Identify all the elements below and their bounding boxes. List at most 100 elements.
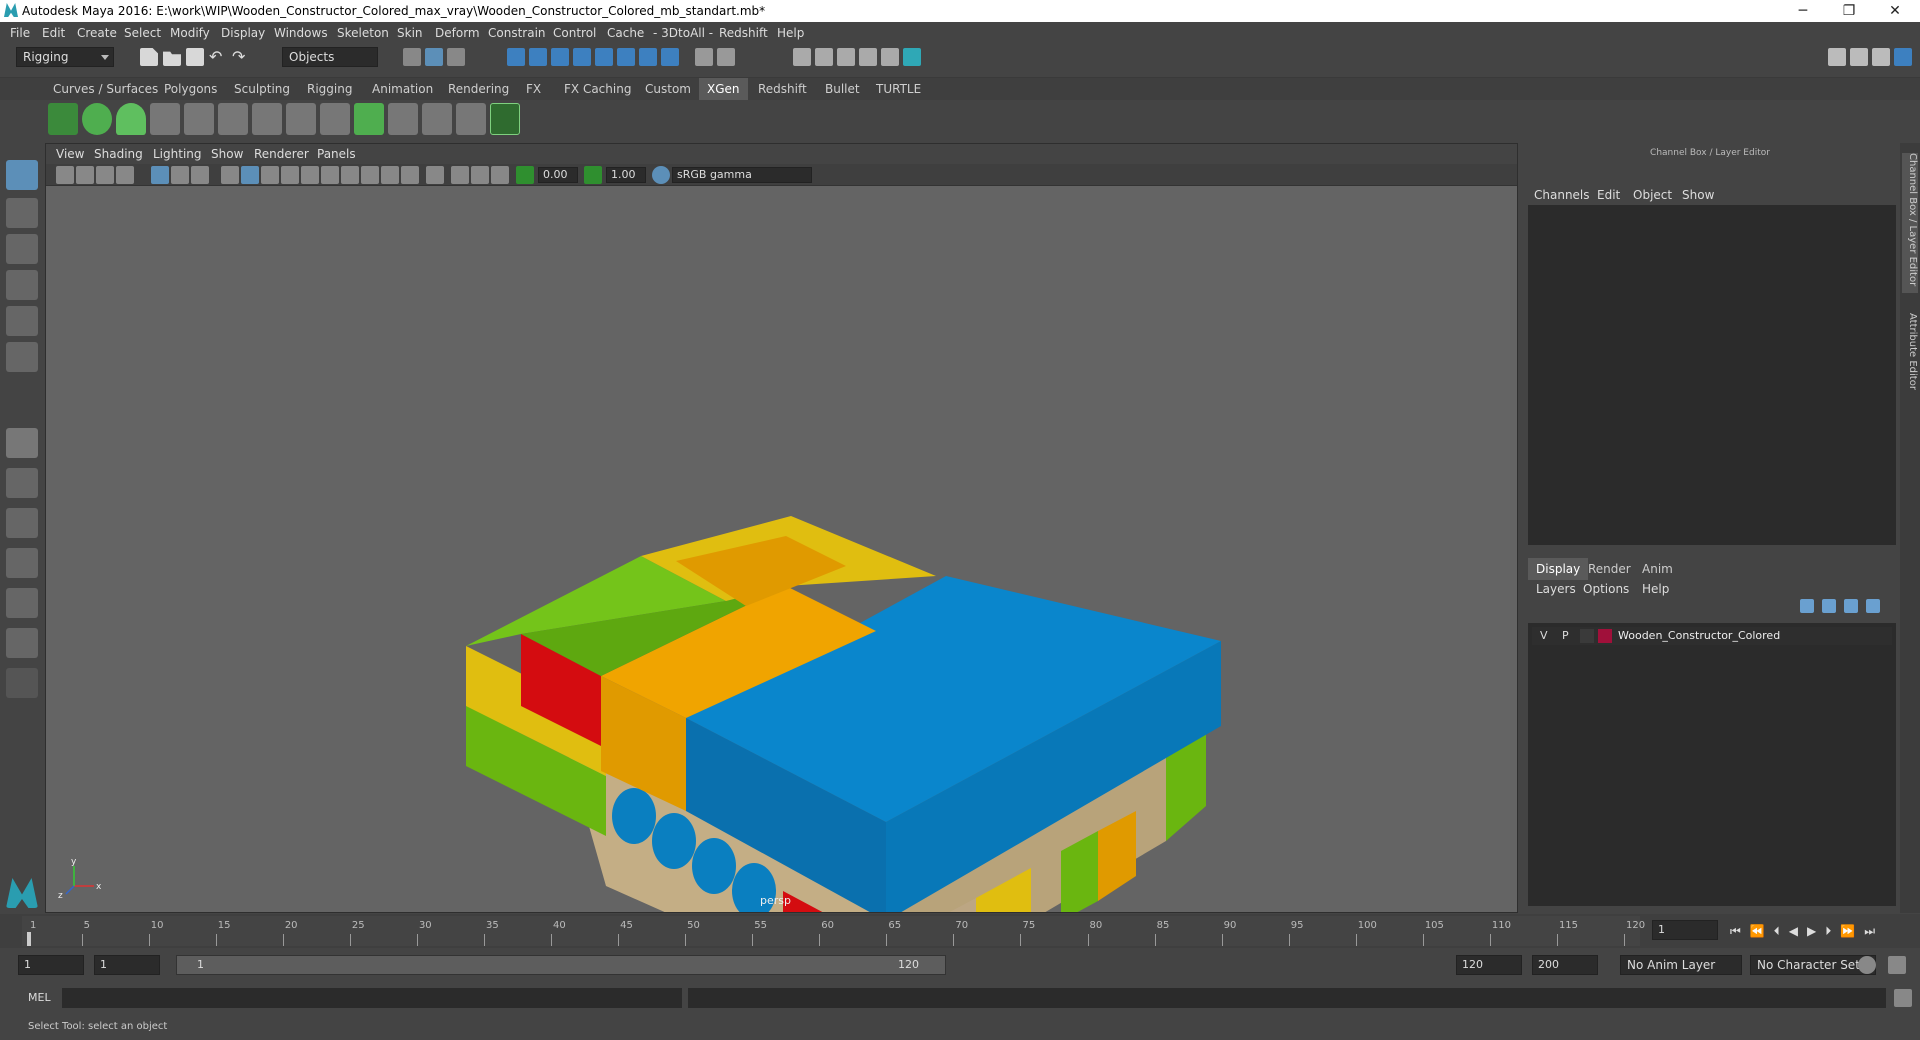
shelf-tab-fx-caching[interactable]: FX Caching — [556, 78, 639, 100]
time-slider-track[interactable]: 1 5 10 15 20 25 30 35 40 45 50 55 60 65 70 75 80 85 90 95 10… — [22, 916, 1645, 946]
xgen-export-icon[interactable] — [490, 103, 520, 135]
open-scene-icon[interactable] — [163, 51, 181, 66]
menu-select[interactable]: Select — [124, 26, 161, 40]
menu-display[interactable]: Display — [221, 26, 265, 40]
camera-attributes-icon[interactable] — [76, 166, 94, 184]
play-forward-icon[interactable]: ▶ — [1807, 924, 1825, 938]
film-gate-icon[interactable] — [171, 166, 189, 184]
four-view-layout-icon[interactable] — [6, 468, 38, 498]
select-object-icon[interactable] — [425, 48, 443, 66]
shelf-tab-curves-surfaces[interactable]: Curves / Surfaces — [45, 78, 166, 100]
menu-help[interactable]: Help — [777, 26, 804, 40]
new-layer-selected-icon[interactable] — [1866, 599, 1880, 613]
channel-show-menu[interactable]: Show — [1682, 188, 1714, 202]
exposure-field[interactable]: 0.00 — [538, 167, 578, 183]
persp-outliner-layout-icon[interactable] — [6, 508, 38, 538]
move-layer-up-icon[interactable] — [1800, 599, 1814, 613]
layer-options-menu[interactable]: Options — [1583, 582, 1629, 596]
xgen-lock-guide-icon[interactable] — [286, 103, 316, 135]
xgen-layer-icon[interactable] — [354, 103, 384, 135]
animation-end-field[interactable]: 120 — [1456, 955, 1522, 975]
wooden-constructor-model[interactable] — [466, 516, 1221, 913]
shelf-tab-turtle[interactable]: TURTLE — [868, 78, 929, 100]
play-back-icon[interactable]: ◀ — [1789, 924, 1807, 938]
xgen-cut-icon[interactable] — [456, 103, 486, 135]
layers-menu[interactable]: Layers — [1536, 582, 1576, 596]
viewport-menu-view[interactable]: View — [56, 147, 84, 161]
single-perspective-layout-icon[interactable] — [6, 428, 38, 458]
command-language-label[interactable]: MEL — [28, 991, 51, 1004]
select-lock-icon[interactable] — [717, 48, 735, 66]
step-back-key-icon[interactable]: ⏪ — [1750, 924, 1774, 938]
anim-layer-dropdown[interactable]: No Anim Layer — [1620, 955, 1742, 975]
custom-layout-icon[interactable] — [6, 668, 38, 698]
move-layer-down-icon[interactable] — [1822, 599, 1836, 613]
hypershade-icon[interactable] — [881, 48, 899, 66]
playback-controls[interactable]: ⏮⏪⏴◀▶⏵⏩⏭ — [1730, 924, 1884, 939]
xgen-sculpt-guide-icon[interactable] — [252, 103, 282, 135]
menu-file[interactable]: File — [10, 26, 30, 40]
shelf-tab-bullet[interactable]: Bullet — [817, 78, 868, 100]
shelf-tab-xgen[interactable]: XGen — [699, 78, 748, 100]
channels-menu[interactable]: Channels — [1534, 188, 1590, 202]
menu-skeleton[interactable]: Skeleton — [337, 26, 389, 40]
xgen-editor-icon[interactable] — [48, 103, 78, 135]
start-time-field[interactable]: 1 — [18, 955, 84, 975]
layer-tab-anim[interactable]: Anim — [1634, 558, 1681, 580]
script-editor-icon[interactable] — [1894, 989, 1912, 1007]
go-to-start-icon[interactable]: ⏮ — [1730, 924, 1750, 938]
xgen-primitive-icon[interactable] — [150, 103, 180, 135]
viewport-menu-renderer[interactable]: Renderer — [254, 147, 309, 161]
gamma-icon[interactable] — [584, 166, 602, 184]
ipr-render-icon[interactable] — [837, 48, 855, 66]
menu-edit[interactable]: Edit — [42, 26, 65, 40]
hypershade-layout-icon[interactable] — [6, 588, 38, 618]
rotate-tool-icon[interactable] — [6, 306, 38, 336]
modeling-toolkit-icon[interactable] — [1828, 48, 1846, 66]
backface-culling-icon[interactable] — [491, 166, 509, 184]
snap-view-plane-icon[interactable] — [573, 48, 591, 66]
anti-aliasing-icon[interactable] — [381, 166, 399, 184]
smooth-shade-icon[interactable] — [241, 166, 259, 184]
ambient-occlusion-icon[interactable] — [341, 166, 359, 184]
outliner-layout-icon[interactable] — [6, 628, 38, 658]
shelf-tab-custom[interactable]: Custom — [637, 78, 699, 100]
range-slider-bar[interactable]: 1 120 — [176, 955, 946, 975]
lasso-tool-icon[interactable] — [6, 198, 38, 228]
menu-constrain[interactable]: Constrain — [488, 26, 546, 40]
viewport-persp[interactable]: View Shading Lighting Show Renderer Pane… — [45, 143, 1518, 913]
make-live-icon[interactable] — [595, 48, 613, 66]
redshift-render-icon[interactable] — [903, 48, 921, 66]
side-tab-channel-box[interactable]: Channel Box / Layer Editor — [1902, 153, 1918, 293]
new-scene-icon[interactable] — [140, 48, 158, 66]
xgen-convert-icon[interactable] — [320, 103, 350, 135]
layer-playback-toggle[interactable]: P — [1562, 629, 1569, 642]
menu-cache[interactable]: Cache — [607, 26, 644, 40]
view-transform-dropdown[interactable]: sRGB gamma — [672, 167, 812, 183]
menu-deform[interactable]: Deform — [435, 26, 480, 40]
shelf-tab-rigging[interactable]: Rigging — [299, 78, 360, 100]
render-settings-icon[interactable] — [859, 48, 877, 66]
scene-view[interactable]: x y z — [46, 186, 1518, 913]
viewport-menu-panels[interactable]: Panels — [317, 147, 356, 161]
isolate-select-icon[interactable] — [426, 166, 444, 184]
shelf-tab-fx[interactable]: FX — [518, 78, 549, 100]
shelf-tab-animation[interactable]: Animation — [364, 78, 441, 100]
select-tool-icon[interactable] — [6, 160, 38, 190]
wheel-2[interactable] — [652, 813, 696, 869]
animation-start-field[interactable]: 1 — [94, 955, 160, 975]
undo-icon[interactable]: ↶ — [209, 48, 227, 66]
tool-settings-toggle-icon[interactable] — [1872, 48, 1890, 66]
xgen-add-guide-icon[interactable] — [218, 103, 248, 135]
grid-toggle-icon[interactable] — [151, 166, 169, 184]
attribute-editor-toggle-icon[interactable] — [1850, 48, 1868, 66]
menu-control[interactable]: Control — [553, 26, 596, 40]
symmetry-icon[interactable] — [617, 48, 635, 66]
minimize-button[interactable]: ─ — [1780, 0, 1826, 22]
xgen-comb-icon[interactable] — [422, 103, 452, 135]
color-management-icon[interactable] — [652, 166, 670, 184]
input-ops-icon[interactable] — [661, 48, 679, 66]
xgen-preview-icon[interactable] — [82, 103, 112, 135]
time-slider[interactable]: 1 5 10 15 20 25 30 35 40 45 50 55 60 65 70 75 80 85 90 95 10… — [0, 914, 1920, 948]
menu-modify[interactable]: Modify — [170, 26, 210, 40]
